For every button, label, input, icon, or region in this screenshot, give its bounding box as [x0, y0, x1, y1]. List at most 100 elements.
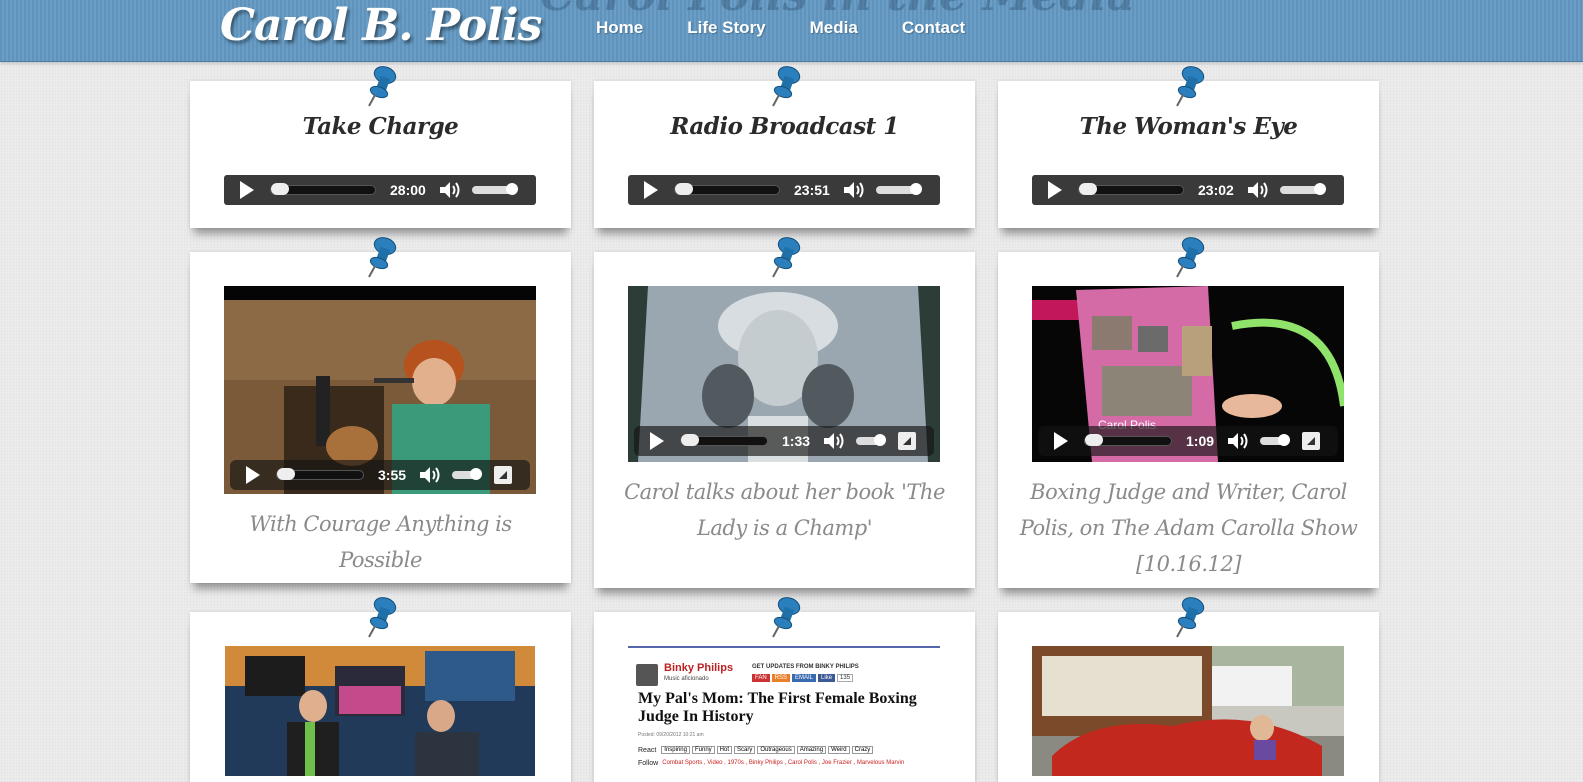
volume-icon[interactable] — [438, 180, 462, 200]
image-card — [998, 597, 1379, 782]
video-card: Carol Polis 1:09 Boxing Judge and Writer… — [998, 237, 1379, 588]
article-screenshot[interactable]: Binky Philips Music aficionado GET UPDAT… — [628, 646, 940, 778]
image-card — [190, 597, 571, 782]
react-button[interactable]: Weird — [828, 746, 850, 754]
video-caption: With Courage Anything is Possible — [249, 512, 512, 572]
volume-slider[interactable] — [1279, 183, 1326, 195]
react-button[interactable]: Amazing — [796, 746, 827, 754]
follow-bar: Follow Combat Sports , Video , 1970s , B… — [638, 760, 904, 767]
audio-duration: 28:00 — [390, 182, 426, 198]
pushpin-icon — [771, 66, 800, 107]
seek-bar[interactable] — [680, 434, 768, 446]
play-icon[interactable] — [644, 181, 658, 199]
audio-player[interactable]: 23:02 — [1032, 175, 1344, 205]
volume-slider[interactable] — [856, 434, 887, 446]
volume-icon[interactable] — [1246, 180, 1270, 200]
fan-button[interactable]: FAN — [752, 674, 770, 682]
seek-bar[interactable] — [1084, 434, 1172, 446]
seek-bar[interactable] — [1078, 183, 1184, 195]
react-label: React — [638, 746, 657, 754]
email-button[interactable]: EMAIL — [792, 674, 817, 682]
video-player[interactable]: 1:33 — [628, 286, 940, 462]
audio-title: The Woman's Eye — [1079, 113, 1298, 140]
follow-tags[interactable]: Combat Sports , Video , 1970s , Binky Ph… — [662, 760, 904, 767]
main-nav: Home Life Story Media Contact — [596, 18, 1009, 38]
article-card: Binky Philips Music aficionado GET UPDAT… — [594, 597, 975, 782]
react-bar: React Inspiring Funny Hot Scary Outrageo… — [638, 746, 874, 754]
car-photo[interactable] — [1032, 646, 1344, 776]
fullscreen-icon[interactable] — [494, 466, 513, 484]
video-duration: 1:09 — [1186, 433, 1215, 449]
rss-button[interactable]: RSS — [771, 674, 791, 682]
video-duration: 3:55 — [378, 467, 407, 483]
volume-icon[interactable] — [842, 180, 866, 200]
pushpin-icon — [771, 597, 800, 638]
video-caption: Carol talks about her book 'The Lady is … — [624, 480, 945, 540]
audio-card: The Woman's Eye 23:02 — [998, 66, 1379, 228]
video-controls[interactable]: 1:33 — [634, 426, 934, 456]
play-icon[interactable] — [240, 181, 254, 199]
article-posted: Posted: 09/20/2012 10:21 am — [638, 732, 704, 738]
nav-life-story[interactable]: Life Story — [687, 18, 765, 38]
volume-slider[interactable] — [452, 468, 483, 480]
seek-bar[interactable] — [276, 468, 364, 480]
pushpin-icon — [771, 237, 800, 278]
nav-media[interactable]: Media — [810, 18, 858, 38]
audio-card: Radio Broadcast 1 23:51 — [594, 66, 975, 228]
like-button[interactable]: Like — [818, 674, 836, 682]
react-button[interactable]: Hot — [716, 746, 733, 754]
nav-contact[interactable]: Contact — [902, 18, 965, 38]
volume-slider[interactable] — [875, 183, 922, 195]
video-player[interactable]: Carol Polis 1:09 — [1032, 286, 1344, 462]
play-icon[interactable] — [1054, 432, 1068, 450]
video-card: 3:55 With Courage Anything is Possible — [190, 237, 571, 583]
like-count: 135 — [837, 674, 854, 682]
react-button[interactable]: Inspiring — [661, 746, 690, 754]
site-logo[interactable]: Carol B. Polis — [220, 0, 542, 51]
video-card: 1:33 Carol talks about her book 'The Lad… — [594, 237, 975, 588]
volume-slider[interactable] — [1260, 434, 1291, 446]
react-button[interactable]: Scary — [734, 746, 756, 754]
audio-card: Take Charge 28:00 — [190, 66, 571, 228]
audio-title: Take Charge — [302, 113, 459, 140]
tv-interview-image[interactable] — [225, 646, 535, 776]
nav-home[interactable]: Home — [596, 18, 643, 38]
volume-icon[interactable] — [1226, 431, 1250, 451]
video-controls[interactable]: 3:55 — [230, 460, 530, 490]
audio-duration: 23:51 — [794, 182, 830, 198]
volume-slider[interactable] — [471, 183, 518, 195]
video-caption: Boxing Judge and Writer, Carol Polis, on… — [1019, 480, 1358, 576]
fullscreen-icon[interactable] — [1302, 432, 1321, 450]
volume-icon[interactable] — [822, 431, 846, 451]
play-icon[interactable] — [650, 432, 664, 450]
pushpin-icon — [1175, 237, 1204, 278]
play-icon[interactable] — [246, 466, 260, 484]
author-avatar — [636, 664, 658, 686]
audio-player[interactable]: 28:00 — [224, 175, 536, 205]
react-button[interactable]: Outrageous — [757, 746, 795, 754]
pushpin-icon — [367, 597, 396, 638]
article-follow-buttons: FAN RSS EMAIL Like 135 — [752, 674, 854, 682]
article-headline: My Pal's Mom: The First Female Boxing Ju… — [638, 690, 917, 725]
audio-duration: 23:02 — [1198, 182, 1234, 198]
volume-icon[interactable] — [418, 465, 442, 485]
react-button[interactable]: Funny — [691, 746, 715, 754]
play-icon[interactable] — [1048, 181, 1062, 199]
pushpin-icon — [367, 237, 396, 278]
audio-title: Radio Broadcast 1 — [670, 113, 899, 140]
pushpin-icon — [1175, 597, 1204, 638]
article-author: Binky Philips — [664, 662, 734, 674]
react-button[interactable]: Crazy — [851, 746, 874, 754]
follow-label: Follow — [638, 760, 659, 767]
fullscreen-icon[interactable] — [898, 432, 917, 450]
pushpin-icon — [367, 66, 396, 107]
seek-bar[interactable] — [674, 183, 780, 195]
audio-player[interactable]: 23:51 — [628, 175, 940, 205]
video-player[interactable]: 3:55 — [224, 286, 536, 494]
seek-bar[interactable] — [270, 183, 376, 195]
pushpin-icon — [1175, 66, 1204, 107]
video-controls[interactable]: 1:09 — [1038, 426, 1338, 456]
article-author-sub: Music aficionado — [664, 676, 709, 682]
video-duration: 1:33 — [782, 433, 811, 449]
article-updates: GET UPDATES FROM BINKY PHILIPS — [752, 664, 859, 670]
